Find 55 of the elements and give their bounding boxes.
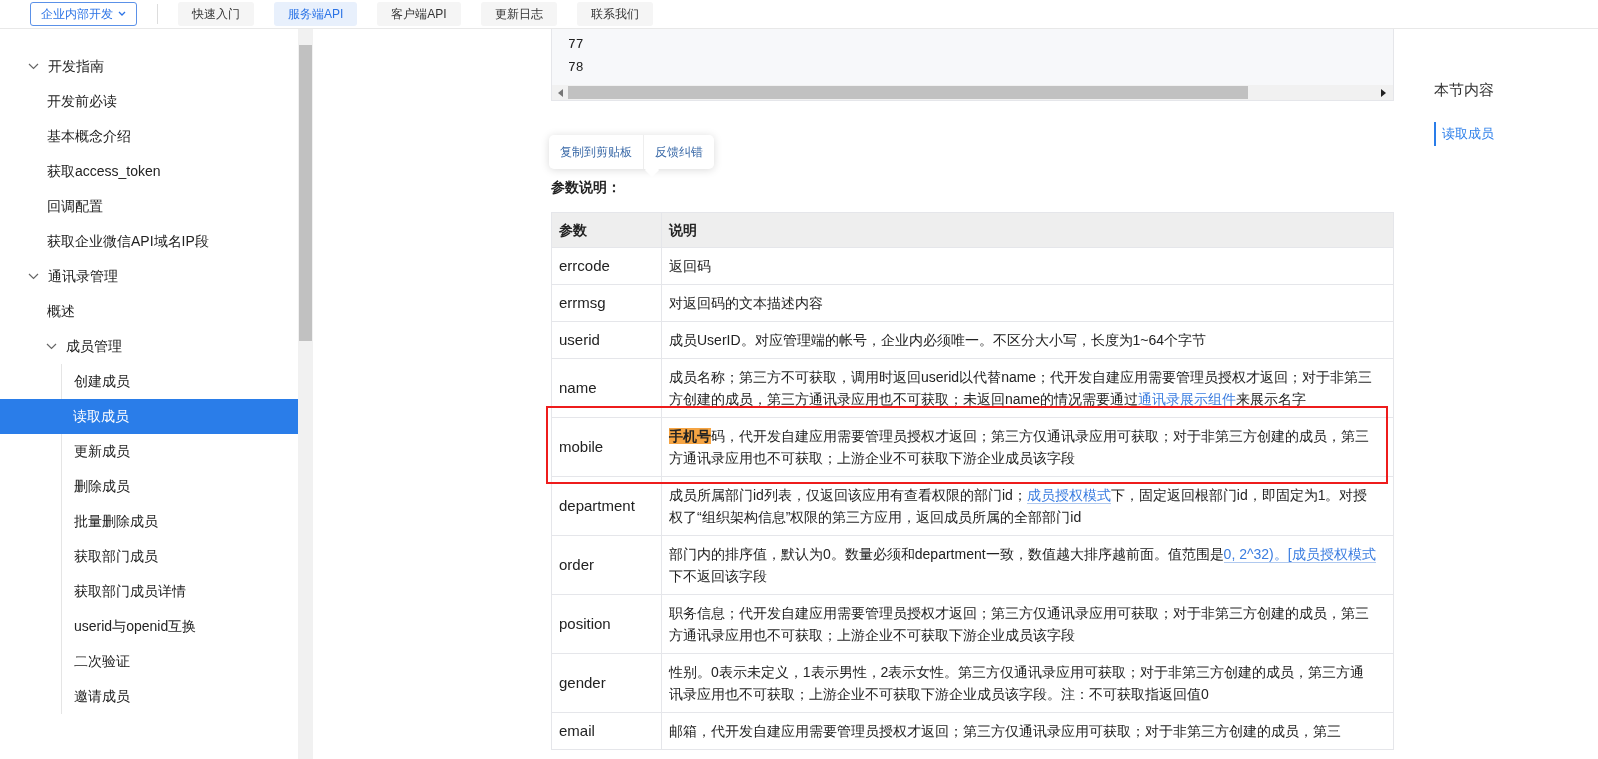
doc-link[interactable]: 0, 2^32)。[成员授权模式 xyxy=(1223,546,1376,563)
sidebar-group[interactable]: 开发指南 xyxy=(0,49,298,84)
line-number: 78 xyxy=(568,59,585,77)
popup-button[interactable]: 复制到剪贴板 xyxy=(549,135,643,169)
sidebar-item[interactable]: 基本概念介绍 xyxy=(0,119,298,154)
line-number: 77 xyxy=(568,36,585,54)
nav-tab[interactable]: 快速入门 xyxy=(178,2,254,26)
scroll-left-icon[interactable] xyxy=(558,88,564,97)
caret-icon xyxy=(118,11,126,17)
sidebar-item[interactable]: 获取access_token xyxy=(0,154,298,189)
highlighted-text: 手机号 xyxy=(669,428,711,444)
section-heading: 参数说明： xyxy=(551,179,621,197)
chevron-icon xyxy=(28,63,39,70)
param-cell: gender xyxy=(551,653,662,713)
chevron-icon xyxy=(28,273,39,280)
description-cell: 对返回码的文本描述内容 xyxy=(661,284,1394,322)
doc-link[interactable]: 成员授权模式 xyxy=(1026,487,1111,504)
scroll-right-icon[interactable] xyxy=(1381,88,1387,97)
doc-link[interactable]: 通讯录展示组件 xyxy=(1138,391,1237,408)
chevron-icon xyxy=(46,343,57,350)
scrollbar[interactable] xyxy=(552,85,1393,100)
nav-tab[interactable]: 更新日志 xyxy=(480,2,557,26)
nav-tab[interactable]: 服务端API xyxy=(274,2,358,26)
description-cell: 成员名称；第三方不可获取，调用时返回userid以代替name；代开发自建应用需要管理员授权才返回；对于非第三方创建的成员，第三方通讯录应用也不可获取；未返回name的情况需要通过通讯录展示组件来展示名字 xyxy=(661,358,1394,418)
param-cell: errmsg xyxy=(551,284,662,322)
param-cell: userid xyxy=(551,321,662,359)
description-cell: 成员所属部门id列表，仅返回该应用有查看权限的部门id；成员授权模式下，固定返回根部门id，即固定为1。对授权了“组织架构信息”权限的第三方应用，返回成员所属的全部部门id xyxy=(661,476,1394,536)
description-cell: 返回码 xyxy=(661,247,1394,285)
column-header: 说明 xyxy=(661,212,1394,248)
sidebar-item[interactable]: 获取企业微信API域名IP段 xyxy=(0,224,298,259)
description-cell: 部门内的排序值，默认为0。数量必须和department一致，数值越大排序越前面。值范围是0, 2^32)。[成员授权模式 下不返回该字段 xyxy=(661,535,1394,595)
param-cell: errcode xyxy=(551,247,662,285)
description-cell: 性别。0表示未定义，1表示男性，2表示女性。第三方仅通讯录应用可获取；对于非第三方创建的成员，第三方通讯录应用也不可获取；上游企业不可获取下游企业成员该字段。注：不可获取指返回值0 xyxy=(661,653,1394,713)
app-type-dropdown[interactable]: 企业内部开发 xyxy=(30,2,137,26)
description-cell: 手机号码，代开发自建应用需要管理员授权才返回；第三方仅通讯录应用可获取；对于非第三方创建的成员，第三方通讯录应用也不可获取；上游企业不可获取下游企业成员该字段 xyxy=(661,417,1394,477)
nav-tab[interactable]: 联系我们 xyxy=(576,2,653,26)
toc-title: 本节内容 xyxy=(1434,81,1495,100)
sidebar-item[interactable]: 概述 xyxy=(0,294,298,329)
nav-tab[interactable]: 客户端API xyxy=(377,2,461,26)
column-header: 参数 xyxy=(551,212,662,248)
param-cell: order xyxy=(551,535,662,595)
param-cell: position xyxy=(551,594,662,654)
sidebar-group[interactable]: 成员管理 xyxy=(0,329,298,364)
param-cell: department xyxy=(551,476,662,536)
scrollbar[interactable] xyxy=(298,29,313,759)
sidebar-group[interactable]: 通讯录管理 xyxy=(0,259,298,294)
toc-link[interactable]: 读取成员 xyxy=(1434,122,1500,146)
sidebar-item[interactable]: 开发前必读 xyxy=(0,84,298,119)
description-cell: 职务信息；代开发自建应用需要管理员授权才返回；第三方仅通讯录应用可获取；对于非第三方创建的成员，第三方通讯录应用也不可获取；上游企业不可获取下游企业成员该字段 xyxy=(661,594,1394,654)
description-cell: 邮箱，代开发自建应用需要管理员授权才返回；第三方仅通讯录应用可获取；对于非第三方创建的成员，第三 xyxy=(661,712,1394,750)
param-cell: email xyxy=(551,712,662,750)
param-cell: name xyxy=(551,358,662,418)
sidebar-item[interactable]: 回调配置 xyxy=(0,189,298,224)
sidebar-item[interactable]: 读取成员 xyxy=(0,399,298,434)
description-cell: 成员UserID。对应管理端的帐号，企业内必须唯一。不区分大小写，长度为1~64个字节 xyxy=(661,321,1394,359)
